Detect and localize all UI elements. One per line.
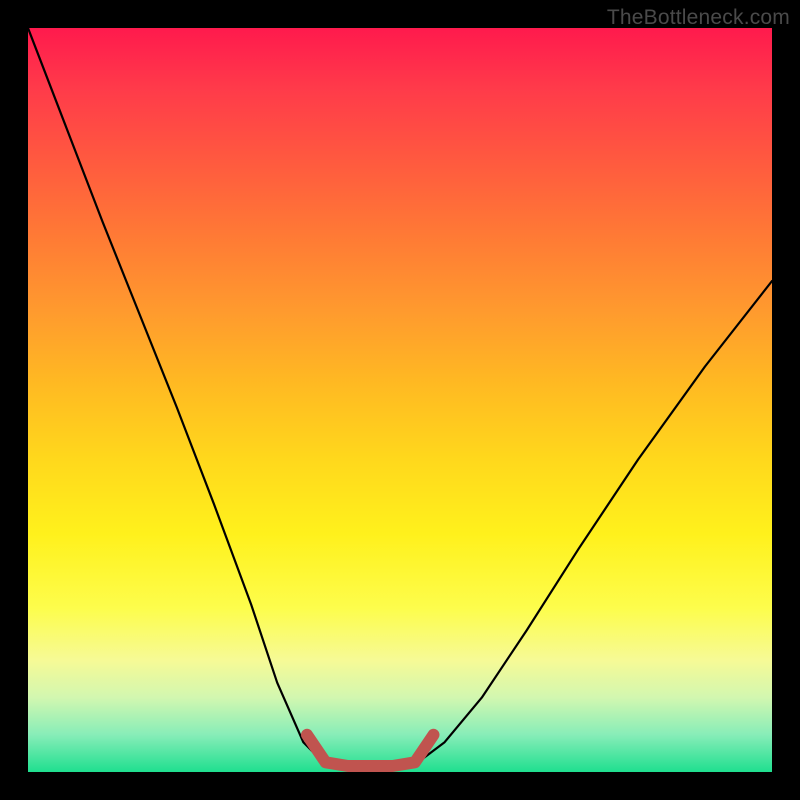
watermark-text: TheBottleneck.com xyxy=(607,6,790,30)
chart-svg xyxy=(28,28,772,772)
chart-frame: TheBottleneck.com xyxy=(0,0,800,800)
chart-plot-area xyxy=(28,28,772,772)
accent-floor-segment xyxy=(307,735,434,766)
bottleneck-curve xyxy=(28,28,772,768)
